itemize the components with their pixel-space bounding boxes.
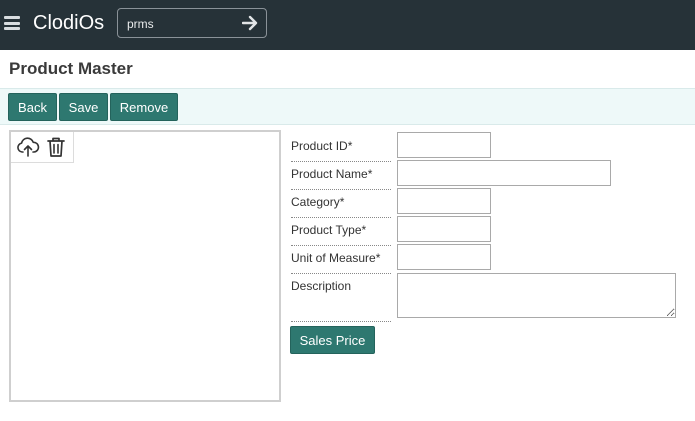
image-toolbar — [11, 132, 74, 163]
app-brand[interactable]: ClodiOs — [33, 12, 104, 35]
unit-of-measure-label: Unit of Measure* — [291, 246, 391, 274]
arrow-right-icon[interactable] — [242, 14, 258, 32]
unit-of-measure-field[interactable] — [397, 244, 491, 270]
back-button[interactable]: Back — [8, 93, 57, 121]
save-button[interactable]: Save — [59, 93, 108, 121]
sales-price-button[interactable]: Sales Price — [290, 326, 375, 354]
hamburger-menu-icon[interactable] — [4, 16, 20, 30]
product-id-field[interactable] — [397, 132, 491, 158]
description-label: Description — [291, 274, 391, 322]
product-name-label: Product Name* — [291, 162, 391, 190]
upload-cloud-icon[interactable] — [16, 135, 40, 159]
description-field[interactable] — [397, 273, 676, 318]
action-toolbar: Back Save Remove — [0, 88, 695, 125]
category-label: Category* — [291, 190, 391, 218]
remove-button[interactable]: Remove — [110, 93, 178, 121]
page-title: Product Master — [9, 59, 133, 78]
product-type-label: Product Type* — [291, 218, 391, 246]
search-box — [117, 8, 267, 38]
product-name-field[interactable] — [397, 160, 611, 186]
product-image-panel[interactable] — [9, 130, 281, 402]
trash-icon[interactable] — [44, 135, 68, 159]
product-id-label: Product ID* — [291, 134, 391, 162]
top-navbar: ClodiOs — [0, 0, 695, 50]
search-input[interactable] — [127, 15, 237, 33]
product-type-field[interactable] — [397, 216, 491, 242]
category-field[interactable] — [397, 188, 491, 214]
